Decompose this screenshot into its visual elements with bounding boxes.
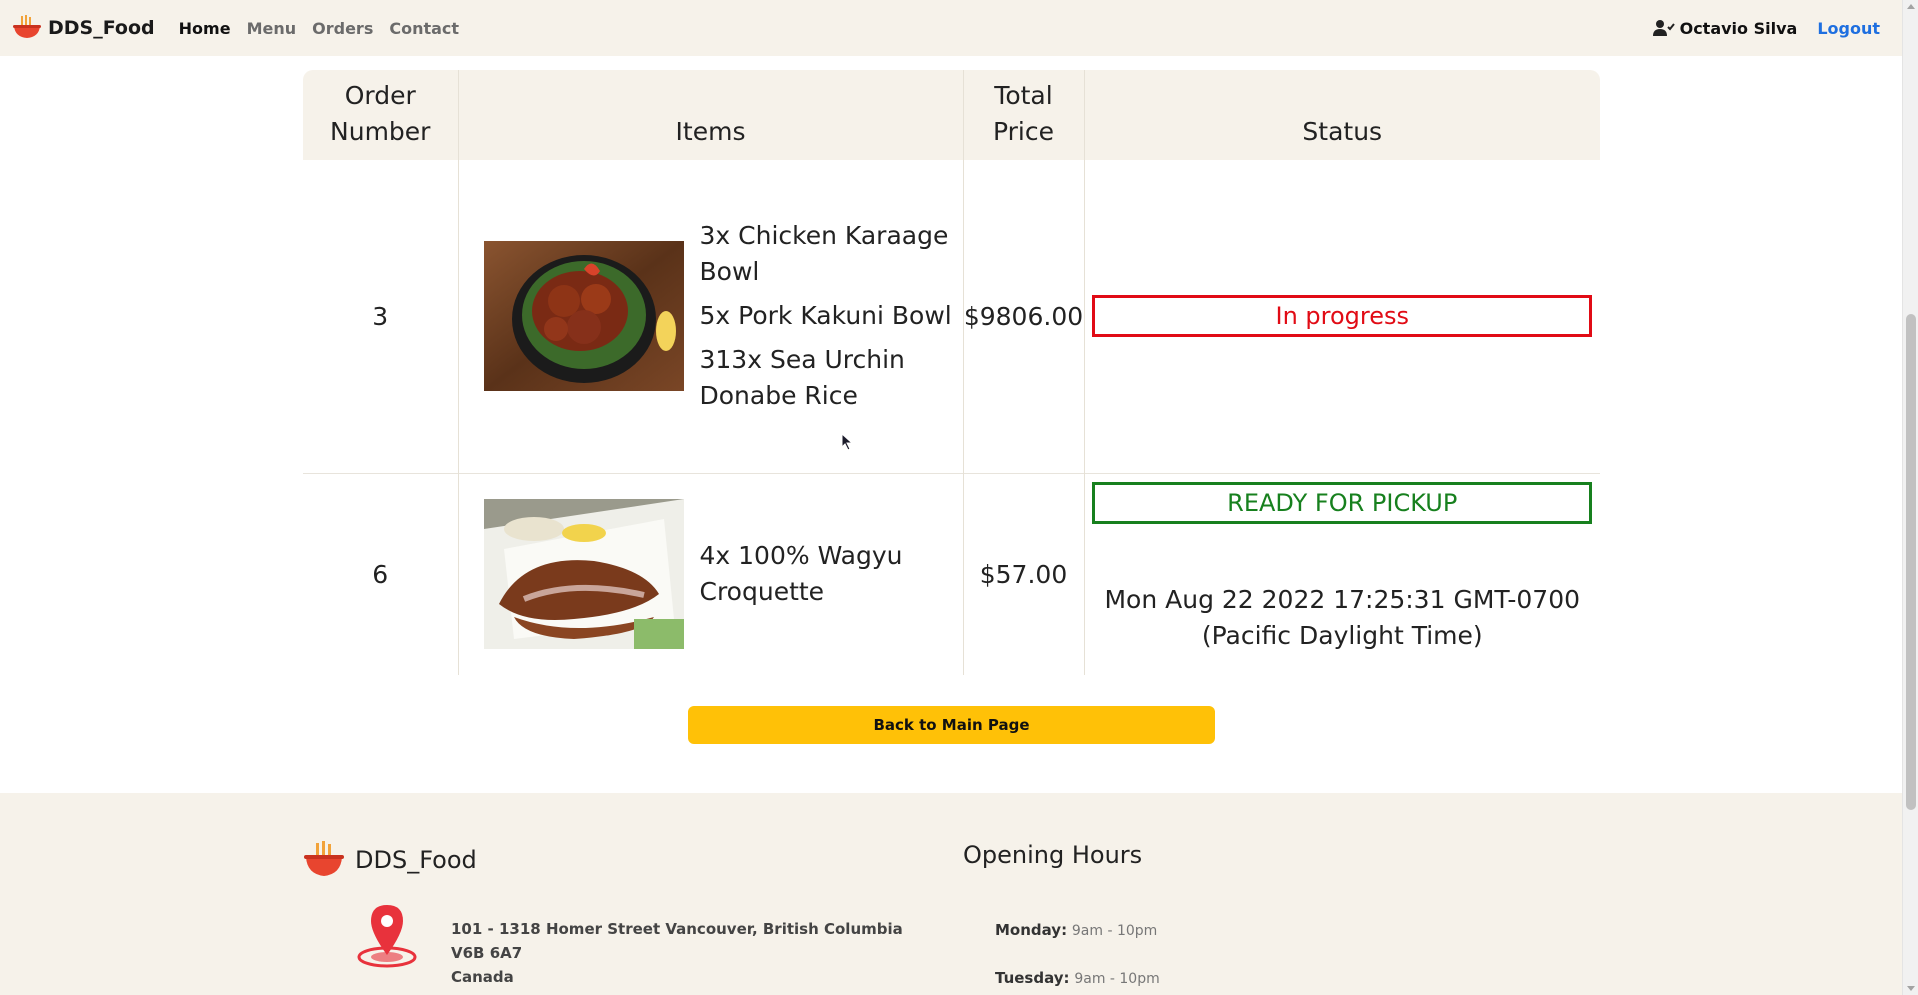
order-status-cell: In progress: [1083, 160, 1600, 473]
opening-hours-title: Opening Hours: [963, 841, 1143, 869]
hours-row-monday: Monday: 9am - 10pm: [995, 921, 1157, 939]
order-total: $57.00: [962, 472, 1084, 675]
chicken-karaage-bowl-image: [483, 241, 684, 392]
mouse-cursor-icon: [841, 433, 854, 451]
header-items: Items: [457, 70, 963, 160]
user-area: Octavio Silva Logout: [1652, 0, 1880, 56]
header-status: Status: [1083, 70, 1600, 160]
address-line-1: 101 - 1318 Homer Street Vancouver, Briti…: [451, 920, 903, 962]
hours-day: Tuesday:: [995, 969, 1070, 987]
list-item: 313x Sea Urchin Donabe Rice: [699, 345, 905, 411]
user-check-icon: [1652, 20, 1675, 36]
nav-link-orders[interactable]: Orders: [312, 19, 373, 38]
table-header-row: Order Number Items Total Price Status: [303, 70, 1600, 160]
table-row: 3 3x Chicken Karaage Bowl 5x Pork Kakuni…: [303, 160, 1600, 473]
order-items-cell: 4x 100% Wagyu Croquette: [457, 472, 963, 675]
order-item-list: 3x Chicken Karaage Bowl 5x Pork Kakuni B…: [700, 210, 963, 422]
footer-address: 101 - 1318 Homer Street Vancouver, Briti…: [451, 917, 941, 989]
nav-links: Home Menu Orders Contact: [179, 19, 475, 38]
order-number: 6: [303, 472, 458, 675]
footer-brand[interactable]: DDS_Food: [303, 841, 477, 879]
footer: DDS_Food 101 - 1318 Homer Street Vancouv…: [0, 793, 1902, 995]
user-name[interactable]: Octavio Silva: [1680, 19, 1798, 38]
ramen-bowl-icon: [13, 15, 41, 38]
status-badge: READY FOR PICKUP: [1092, 481, 1593, 524]
logout-link[interactable]: Logout: [1817, 19, 1880, 38]
address-line-2: Canada: [451, 968, 514, 986]
list-item: 3x Chicken Karaage Bowl: [699, 221, 949, 287]
brand[interactable]: DDS_Food: [12, 15, 155, 41]
order-number: 3: [372, 301, 389, 331]
scroll-down-arrow-icon[interactable]: [1907, 986, 1915, 991]
brand-name: DDS_Food: [48, 17, 155, 39]
hours-day: Monday:: [995, 921, 1068, 939]
hours-time: 9am - 10pm: [1074, 971, 1160, 987]
header-total-price: Total Price: [962, 70, 1084, 160]
hours-row-tuesday: Tuesday: 9am - 10pm: [995, 969, 1160, 987]
list-item: 5x Pork Kakuni Bowl: [699, 301, 952, 331]
hours-time: 9am - 10pm: [1071, 923, 1158, 939]
location-pin-icon: [357, 905, 417, 968]
scroll-thumb[interactable]: [1906, 314, 1916, 810]
nav-link-home[interactable]: Home: [179, 19, 231, 38]
order-status-cell: READY FOR PICKUP Mon Aug 22 2022 17:25:3…: [1083, 472, 1600, 675]
order-total: $9806.00: [962, 160, 1084, 473]
pickup-time: Mon Aug 22 2022 17:25:31 GMT-0700 (Pacif…: [1104, 584, 1581, 650]
back-to-main-button[interactable]: Back to Main Page: [688, 706, 1215, 744]
footer-brand-name: DDS_Food: [355, 846, 477, 874]
ramen-bowl-icon: [304, 841, 344, 876]
nav-link-menu[interactable]: Menu: [247, 19, 297, 38]
table-row: 6 4x 100% Wagyu Croquette $57.00 READY F…: [303, 472, 1600, 675]
nav-link-contact[interactable]: Contact: [389, 19, 459, 38]
scroll-up-arrow-icon[interactable]: [1907, 4, 1915, 9]
order-item-list: 4x 100% Wagyu Croquette: [700, 530, 963, 618]
orders-table: Order Number Items Total Price Status 3: [303, 70, 1600, 675]
wagyu-croquette-image: [483, 499, 684, 650]
top-navbar: DDS_Food Home Menu Orders Contact Octavi…: [0, 0, 1902, 56]
list-item: 4x 100% Wagyu Croquette: [699, 541, 903, 607]
page-scrollbar[interactable]: [1902, 0, 1918, 995]
header-order-number: Order Number: [303, 70, 458, 160]
order-items-cell: 3x Chicken Karaage Bowl 5x Pork Kakuni B…: [457, 160, 963, 473]
status-badge: In progress: [1092, 295, 1593, 338]
